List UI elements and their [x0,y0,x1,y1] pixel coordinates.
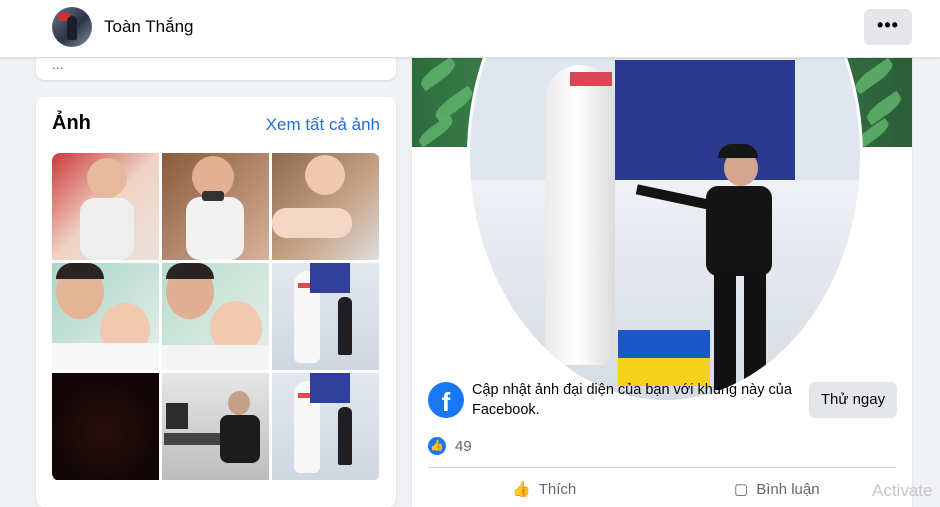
more-options-button[interactable]: ••• [864,9,912,45]
activate-watermark: Activate [872,481,933,500]
comment-icon: ▢ [734,481,749,498]
profile-avatar[interactable] [52,7,92,47]
profile-header-bar: Toàn Thắng ••• [0,0,940,58]
photo-thumbnail[interactable] [52,153,159,260]
like-button[interactable]: 👍 Thích [512,480,576,498]
photo-thumbnail[interactable] [52,373,159,480]
facebook-logo-icon: f [428,382,464,418]
profile-picture-post: f Cập nhật ảnh đại diện của bạn với khun… [412,57,912,507]
intro-cut-text: ... [52,56,64,72]
reaction-count: 49 [455,438,472,455]
photo-thumbnail[interactable] [162,373,269,480]
photos-card: Ảnh Xem tất cả ảnh [36,97,396,507]
more-icon: ••• [877,15,899,35]
frame-prompt-text: Cập nhật ảnh đại diện của bạn với khung … [472,382,792,418]
comment-button[interactable]: ▢ Bình luận [734,480,820,498]
photo-thumbnail[interactable] [272,153,379,260]
thumbs-up-icon: 👍 [512,481,531,498]
photo-thumbnail[interactable] [52,263,159,370]
frame-suggestion: f Cập nhật ảnh đại diện của bạn với khun… [412,365,912,427]
profile-picture[interactable] [467,57,863,403]
like-label: Thích [538,481,577,498]
photos-title: Ảnh [52,112,91,134]
photo-thumbnail[interactable] [272,373,379,480]
photo-thumbnail[interactable] [162,263,269,370]
profile-name[interactable]: Toàn Thắng [104,17,193,37]
like-reaction-icon: 👍 [428,437,446,455]
comment-label: Bình luận [756,481,820,498]
photo-thumbnail[interactable] [272,263,379,370]
post-divider [428,467,896,468]
try-now-button[interactable]: Thử ngay [809,382,897,418]
photo-thumbnail[interactable] [162,153,269,260]
photo-grid [52,153,380,481]
see-all-photos-link[interactable]: Xem tất cả ảnh [266,115,380,135]
